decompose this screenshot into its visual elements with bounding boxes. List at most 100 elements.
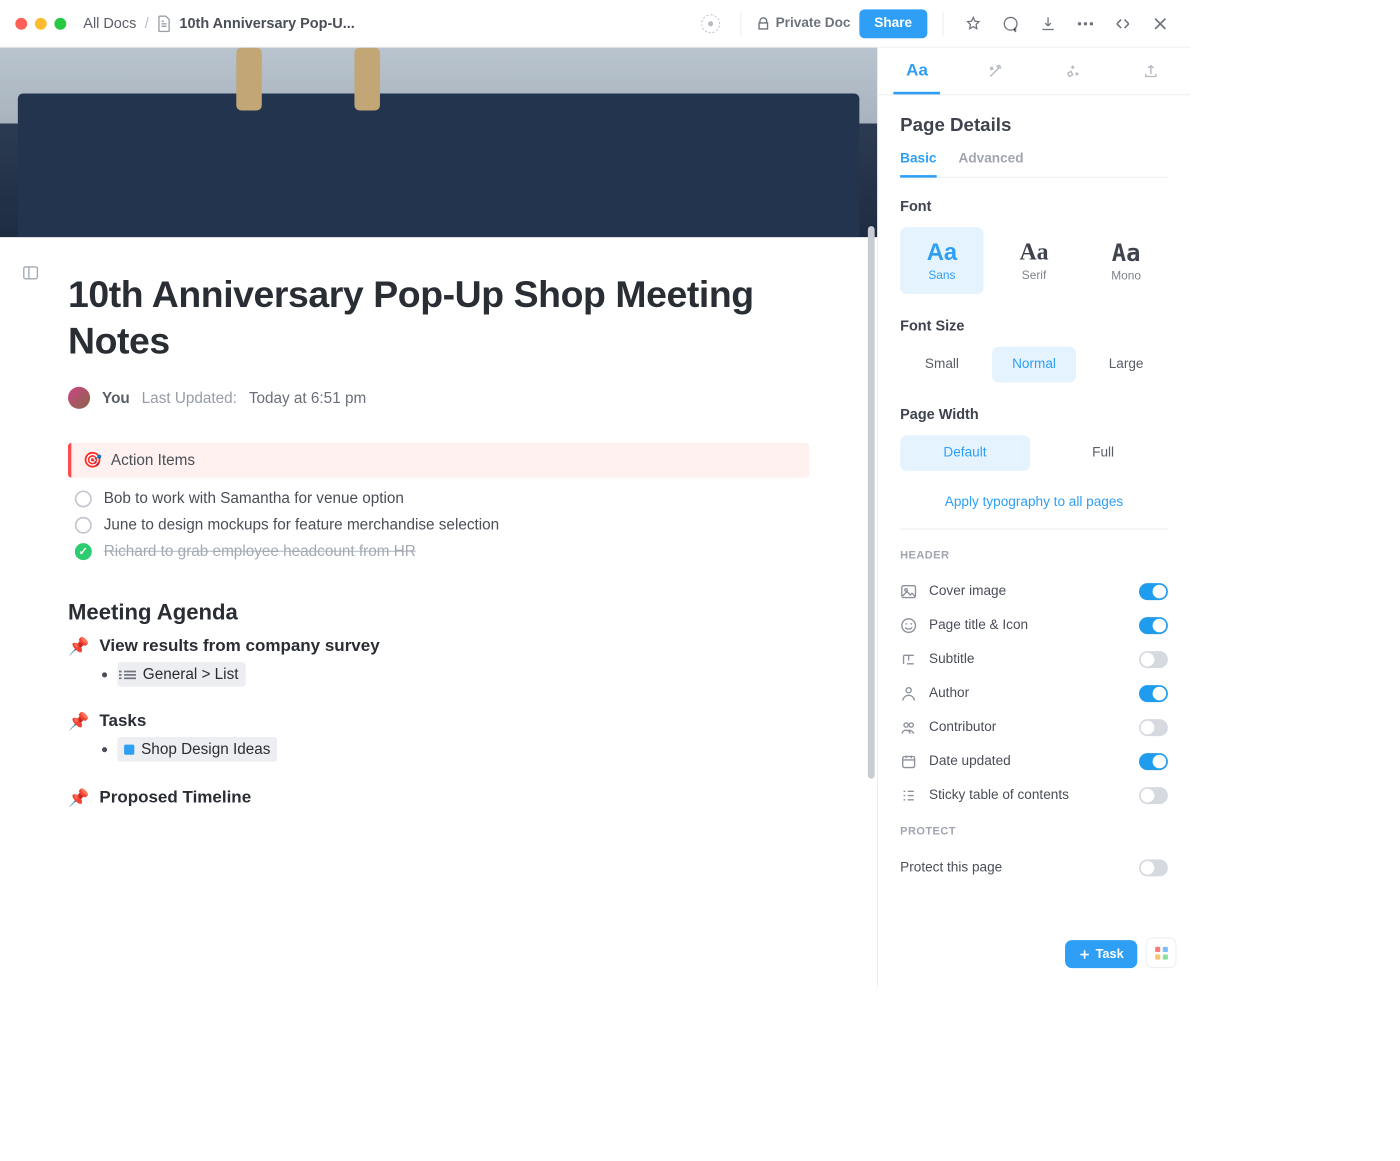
agenda-heading[interactable]: Meeting Agenda [68,599,809,625]
option-label: Page title & Icon [929,618,1127,633]
header-option-row: Contributor [900,711,1168,745]
header-option-row: Date updated [900,745,1168,779]
share-button[interactable]: Share [859,9,927,38]
toggle[interactable] [1139,859,1168,876]
byline: You Last Updated: Today at 6:51 pm [68,387,809,409]
protect-label: Protect this page [900,860,1127,875]
tasks-heading[interactable]: 📌Tasks [68,711,809,732]
checkbox-done-icon[interactable] [75,543,92,560]
header-option-row: Subtitle [900,643,1168,677]
maximize-window[interactable] [54,17,66,29]
checkbox-icon[interactable] [75,490,92,507]
plus-icon [1079,948,1091,960]
option-label: Subtitle [929,652,1127,667]
agenda-sub-bullet: General > List [102,662,809,687]
checkbox-icon[interactable] [75,516,92,533]
breadcrumb-separator: / [145,15,149,32]
avatar[interactable] [68,387,90,409]
font-label: Font [900,198,1168,215]
toggle[interactable] [1139,787,1168,804]
font-options: AaSans AaSerif AaMono [900,227,1168,294]
font-mono[interactable]: AaMono [1084,227,1168,294]
header-group-label: HEADER [900,548,1168,561]
protect-row: Protect this page [900,851,1168,885]
action-item[interactable]: June to design mockups for feature merch… [75,516,809,534]
privacy-label: Private Doc [776,16,851,31]
smile-icon [900,617,917,634]
toggle[interactable] [1139,651,1168,668]
people-icon [900,719,917,736]
document-column: 10th Anniversary Pop-Up Shop Meeting Not… [0,48,877,987]
privacy-indicator[interactable]: Private Doc [757,16,851,31]
option-label: Cover image [929,584,1127,599]
sub-tab-basic[interactable]: Basic [900,151,936,177]
lock-icon [757,17,771,31]
font-serif[interactable]: AaSerif [992,227,1076,294]
timeline-heading[interactable]: 📌 Proposed Timeline [68,787,809,808]
breadcrumb-current[interactable]: 10th Anniversary Pop-U... [179,15,354,32]
scrollbar[interactable] [865,48,877,987]
timeline-heading-text: Proposed Timeline [99,788,251,808]
page-width-options: Default Full [900,435,1168,471]
person-icon [900,685,917,702]
toggle[interactable] [1139,583,1168,600]
page-title[interactable]: 10th Anniversary Pop-Up Shop Meeting Not… [68,271,809,365]
action-item[interactable]: Bob to work with Samantha for venue opti… [75,490,809,508]
updated-label: Last Updated: [142,389,237,407]
pin-icon: 📌 [68,636,89,657]
close-icon[interactable] [1146,9,1175,38]
toggle[interactable] [1139,753,1168,770]
toggle[interactable] [1139,719,1168,736]
page-width-default[interactable]: Default [900,435,1030,471]
breadcrumb-root[interactable]: All Docs [83,15,136,32]
new-task-button[interactable]: Task [1065,940,1137,968]
action-items-callout[interactable]: 🎯 Action Items [68,443,809,478]
header-option-row: Cover image [900,575,1168,609]
action-text: Bob to work with Samantha for venue opti… [104,490,404,508]
comment-icon[interactable] [996,9,1025,38]
action-item[interactable]: Richard to grab employee headcount from … [75,542,809,560]
task-chip[interactable]: Shop Design Ideas [117,737,277,762]
tab-ai-icon[interactable] [956,48,1034,95]
settings-sub-tabs: Basic Advanced [900,151,1168,177]
option-label: Contributor [929,720,1127,735]
font-size-small[interactable]: Small [900,347,984,383]
page-width-label: Page Width [900,406,1168,423]
page-width-full[interactable]: Full [1038,435,1168,471]
sub-tab-advanced[interactable]: Advanced [959,151,1024,177]
toggle[interactable] [1139,617,1168,634]
apps-button[interactable] [1146,938,1177,969]
pin-icon: 📌 [68,787,89,808]
image-icon [900,583,917,600]
view-chip[interactable]: General > List [117,662,245,687]
font-size-normal[interactable]: Normal [992,347,1076,383]
favorite-icon[interactable] [959,9,988,38]
download-icon[interactable] [1034,9,1063,38]
panel-tabs: Aa [878,48,1190,96]
author-name: You [102,389,130,407]
collapse-icon[interactable] [1108,9,1137,38]
tab-typography[interactable]: Aa [878,48,956,95]
list-icon [124,670,136,679]
page-settings-panel: Aa Page Details Basic Advanced Font AaSa… [877,48,1190,987]
assignee-placeholder-icon[interactable] [697,9,726,38]
more-icon[interactable] [1071,9,1100,38]
option-label: Author [929,686,1127,701]
document-icon [157,15,171,32]
close-window[interactable] [15,17,27,29]
window-traffic-lights [15,17,66,29]
agenda-item[interactable]: 📌View results from company survey [68,636,809,657]
chip-label: General > List [143,666,239,684]
toggle[interactable] [1139,685,1168,702]
minimize-window[interactable] [35,17,47,29]
font-size-options: Small Normal Large [900,347,1168,383]
apply-typography-link[interactable]: Apply typography to all pages [900,495,1168,510]
tab-export-icon[interactable] [1112,48,1190,95]
font-size-large[interactable]: Large [1084,347,1168,383]
cover-image[interactable] [0,48,877,238]
protect-group-label: PROTECT [900,825,1168,838]
sidebar-toggle-icon[interactable] [22,264,39,281]
font-sans[interactable]: AaSans [900,227,984,294]
tasks-sub-bullet: Shop Design Ideas [102,737,809,762]
tab-sparkle-icon[interactable] [1034,48,1112,95]
